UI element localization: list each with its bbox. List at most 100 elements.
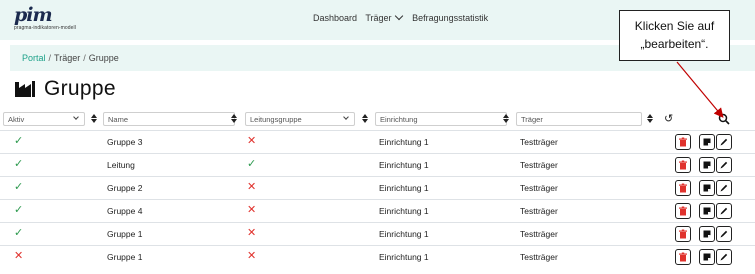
name-filter-input[interactable]: Name <box>103 112 235 126</box>
chevron-down-icon <box>73 114 79 120</box>
breadcrumb-separator: / <box>48 53 52 63</box>
sort-icon[interactable] <box>231 114 237 124</box>
traeger-name: Testträger <box>520 160 558 170</box>
table-row[interactable]: ✓ Gruppe 1 ✕ Einrichtung 1 Testträger <box>0 222 755 245</box>
reset-filter-icon[interactable]: ↺ <box>664 112 673 126</box>
aktiv-status-icon: ✕ <box>14 250 24 262</box>
pencil-icon <box>719 252 729 262</box>
name-filter-placeholder: Name <box>108 115 129 124</box>
aktiv-status-icon: ✓ <box>14 135 24 147</box>
copy-icon <box>702 137 712 147</box>
table-row[interactable]: ✓ Leitung ✓ Einrichtung 1 Testträger <box>0 153 755 176</box>
aktiv-status-icon: ✓ <box>14 227 24 239</box>
traeger-filter-placeholder: Träger <box>521 115 543 124</box>
breadcrumb-portal[interactable]: Portal <box>22 53 46 63</box>
copy-button[interactable] <box>699 226 715 242</box>
trash-icon <box>678 252 688 262</box>
sort-icon[interactable] <box>647 114 653 124</box>
copy-icon <box>702 206 712 216</box>
table-row[interactable]: ✓ Gruppe 3 ✕ Einrichtung 1 Testträger <box>0 130 755 153</box>
trash-icon <box>678 229 688 239</box>
instruction-callout: Klicken Sie auf „bearbeiten“. <box>619 10 730 61</box>
chevron-down-icon <box>343 114 349 120</box>
breadcrumb-separator: / <box>83 53 86 63</box>
einrichtung-name: Einrichtung 1 <box>379 137 429 147</box>
group-name: Gruppe 3 <box>107 137 143 147</box>
leitungsgruppe-status-icon: ✕ <box>247 204 257 216</box>
pencil-icon <box>719 206 729 216</box>
leitungsgruppe-filter-select[interactable]: Leitungsgruppe <box>245 112 355 126</box>
edit-button[interactable] <box>716 157 732 173</box>
copy-button[interactable] <box>699 157 715 173</box>
delete-button[interactable] <box>675 249 691 265</box>
copy-icon <box>702 183 712 193</box>
traeger-name: Testträger <box>520 229 558 239</box>
leitungsgruppe-filter-label: Leitungsgruppe <box>250 115 302 124</box>
nav-traeger[interactable]: Träger <box>365 13 391 23</box>
chevron-down-icon[interactable] <box>394 11 403 21</box>
traeger-name: Testträger <box>520 252 558 262</box>
delete-button[interactable] <box>675 134 691 150</box>
nav-dashboard[interactable]: Dashboard <box>313 13 357 23</box>
traeger-name: Testträger <box>520 183 558 193</box>
pencil-icon <box>719 137 729 147</box>
breadcrumb-current: Gruppe <box>88 53 119 63</box>
nav-links: Dashboard Träger Befragungsstatistik <box>313 11 494 23</box>
copy-button[interactable] <box>699 180 715 196</box>
breadcrumb-traeger: Träger <box>54 53 81 63</box>
table-row[interactable]: ✓ Gruppe 2 ✕ Einrichtung 1 Testträger <box>0 176 755 199</box>
aktiv-status-icon: ✓ <box>14 181 24 193</box>
aktiv-status-icon: ✓ <box>14 158 24 170</box>
edit-button[interactable] <box>716 180 732 196</box>
pencil-icon <box>719 229 729 239</box>
copy-button[interactable] <box>699 134 715 150</box>
leitungsgruppe-status-icon: ✕ <box>247 181 257 193</box>
einrichtung-name: Einrichtung 1 <box>379 183 429 193</box>
delete-button[interactable] <box>675 180 691 196</box>
page-title: Gruppe <box>14 76 116 102</box>
copy-icon <box>702 160 712 170</box>
delete-button[interactable] <box>675 157 691 173</box>
copy-button[interactable] <box>699 203 715 219</box>
pim-logo[interactable]: pim pragma-indikatoren-modell <box>14 6 76 32</box>
callout-line-2: „bearbeiten“. <box>640 37 709 51</box>
einrichtung-name: Einrichtung 1 <box>379 252 429 262</box>
table-row[interactable]: ✕ Gruppe 1 ✕ Einrichtung 1 Testträger <box>0 245 755 268</box>
aktiv-filter-label: Aktiv <box>8 115 25 124</box>
trash-icon <box>678 206 688 216</box>
sort-icon[interactable] <box>91 114 97 124</box>
aktiv-filter-select[interactable]: Aktiv <box>3 112 85 126</box>
nav-befragungsstatistik[interactable]: Befragungsstatistik <box>412 13 488 23</box>
copy-icon <box>702 252 712 262</box>
copy-icon <box>702 229 712 239</box>
einrichtung-filter-input[interactable]: Einrichtung <box>375 112 507 126</box>
group-table: ✓ Gruppe 3 ✕ Einrichtung 1 Testträger ✓ Leitun… <box>0 130 755 268</box>
leitungsgruppe-status-icon: ✕ <box>247 135 257 147</box>
leitungsgruppe-status-icon: ✕ <box>247 227 257 239</box>
copy-button[interactable] <box>699 249 715 265</box>
pencil-icon <box>719 183 729 193</box>
traeger-name: Testträger <box>520 137 558 147</box>
search-icon[interactable] <box>718 113 730 125</box>
group-name: Leitung <box>107 160 135 170</box>
edit-button[interactable] <box>716 226 732 242</box>
aktiv-status-icon: ✓ <box>14 204 24 216</box>
logo-subtitle: pragma-indikatoren-modell <box>14 25 76 31</box>
edit-button[interactable] <box>716 134 732 150</box>
delete-button[interactable] <box>675 226 691 242</box>
sort-icon[interactable] <box>362 114 368 124</box>
leitungsgruppe-status-icon: ✓ <box>247 158 257 170</box>
factory-icon <box>15 81 35 97</box>
group-name: Gruppe 1 <box>107 252 143 262</box>
einrichtung-filter-placeholder: Einrichtung <box>380 115 418 124</box>
group-name: Gruppe 4 <box>107 206 143 216</box>
edit-button[interactable] <box>716 249 732 265</box>
delete-button[interactable] <box>675 203 691 219</box>
filter-row: Aktiv Name Leitungsgruppe Einrichtung Tr… <box>0 112 755 126</box>
einrichtung-name: Einrichtung 1 <box>379 206 429 216</box>
edit-button[interactable] <box>716 203 732 219</box>
traeger-filter-input[interactable]: Träger <box>516 112 642 126</box>
sort-icon[interactable] <box>503 114 509 124</box>
table-row[interactable]: ✓ Gruppe 4 ✕ Einrichtung 1 Testträger <box>0 199 755 222</box>
einrichtung-name: Einrichtung 1 <box>379 160 429 170</box>
